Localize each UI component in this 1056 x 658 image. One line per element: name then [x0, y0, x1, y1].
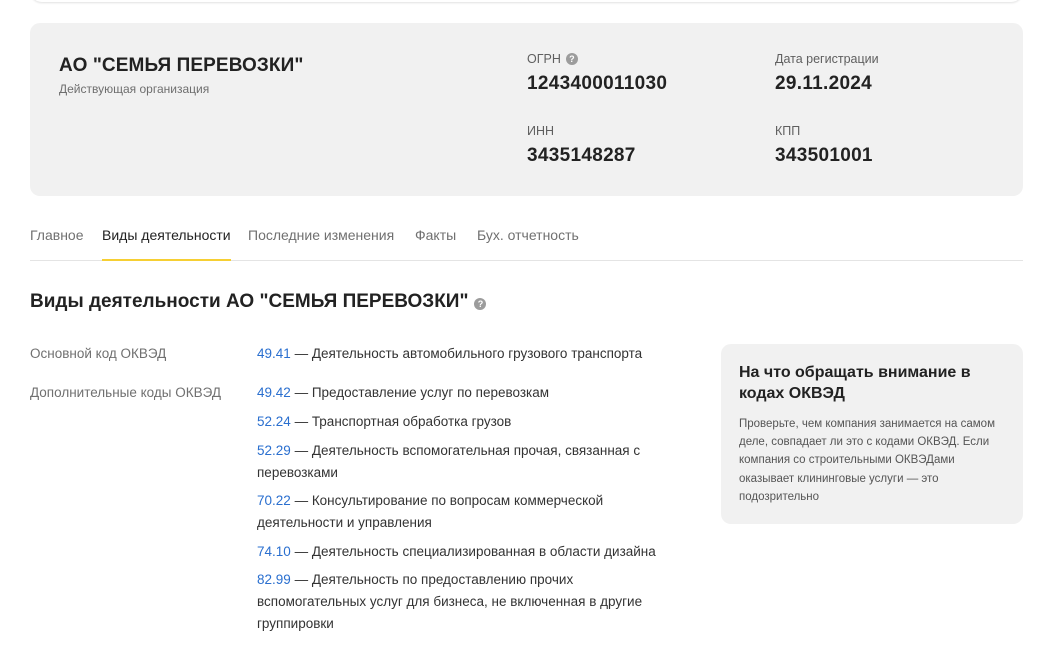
company-name: АО "СЕМЬЯ ПЕРЕВОЗКИ" [59, 55, 304, 76]
main-okved-label: Основной код ОКВЭД [30, 346, 167, 361]
kpp-value: 343501001 [775, 145, 873, 166]
reg-date-field: Дата регистрации 29.11.2024 [775, 51, 879, 95]
okved-description: — Деятельность по предоставлению прочих … [257, 572, 643, 631]
company-status: Действующая организация [59, 82, 210, 96]
additional-okved-label: Дополнительные коды ОКВЭД [30, 385, 221, 400]
inn-label: ИНН [527, 124, 555, 138]
tab-facts[interactable]: Факты [415, 211, 456, 261]
additional-okved-item: 74.10 — Деятельность специализированная … [257, 541, 667, 563]
okved-description: — Деятельность вспомогательная прочая, с… [257, 443, 641, 480]
kpp-field: КПП 343501001 [775, 123, 873, 167]
additional-okved-item: 49.42 — Предоставление услуг по перевозк… [257, 382, 667, 404]
main-okved-item: 49.41 — Деятельность автомобильного груз… [257, 343, 667, 365]
okved-tips-card: На что обращать внимание в кодах ОКВЭД П… [721, 344, 1023, 524]
additional-okved-item: 70.22 — Консультирование по вопросам ком… [257, 490, 667, 534]
okved-description: — Консультирование по вопросам коммерчес… [257, 493, 604, 530]
tab-main[interactable]: Главное [30, 211, 84, 261]
section-title: Виды деятельности АО "СЕМЬЯ ПЕРЕВОЗКИ" ? [30, 291, 487, 313]
okved-code-link[interactable]: 74.10 [257, 544, 291, 559]
okved-tips-title: На что обращать внимание в кодах ОКВЭД [739, 364, 971, 402]
tab-recent-changes[interactable]: Последние изменения [248, 211, 394, 261]
okved-code-link[interactable]: 49.42 [257, 385, 291, 400]
tab-bar: Главное Виды деятельности Последние изме… [30, 211, 1023, 261]
ogrn-value: 1243400011030 [527, 73, 668, 94]
okved-description: — Деятельность специализированная в обла… [294, 544, 656, 559]
okved-description: — Транспортная обработка грузов [294, 414, 512, 429]
tab-activities[interactable]: Виды деятельности [102, 211, 231, 261]
okved-code-link[interactable]: 82.99 [257, 572, 291, 587]
ogrn-field: ОГРН ? 1243400011030 [527, 51, 667, 95]
kpp-label: КПП [775, 124, 801, 138]
okved-description: — Предоставление услуг по перевозкам [294, 385, 550, 400]
inn-value: 3435148287 [527, 145, 636, 166]
inn-field: ИНН 3435148287 [527, 123, 636, 167]
question-circle-icon[interactable]: ? [565, 53, 578, 65]
additional-okved-item: 82.99 — Деятельность по предоставлению п… [257, 569, 667, 635]
okved-tips-text: Проверьте, чем компания занимается на са… [739, 418, 995, 503]
okved-code-link[interactable]: 70.22 [257, 493, 291, 508]
company-header-card: АО "СЕМЬЯ ПЕРЕВОЗКИ" Действующая организ… [30, 23, 1023, 196]
question-circle-icon[interactable]: ? [474, 297, 487, 310]
reg-date-value: 29.11.2024 [775, 73, 873, 94]
reg-date-label: Дата регистрации [775, 52, 879, 66]
previous-card-edge [30, 0, 1023, 2]
okved-code-link[interactable]: 49.41 [257, 346, 291, 361]
additional-okved-item: 52.24 — Транспортная обработка грузов [257, 411, 667, 433]
okved-code-link[interactable]: 52.24 [257, 414, 291, 429]
okved-code-link[interactable]: 52.29 [257, 443, 291, 458]
ogrn-label: ОГРН [527, 52, 561, 66]
section-title-text: Виды деятельности АО "СЕМЬЯ ПЕРЕВОЗКИ" [30, 291, 469, 312]
tab-accounting[interactable]: Бух. отчетность [477, 211, 579, 261]
okved-description: — Деятельность автомобильного грузового … [294, 346, 643, 361]
additional-okved-item: 52.29 — Деятельность вспомогательная про… [257, 440, 667, 484]
